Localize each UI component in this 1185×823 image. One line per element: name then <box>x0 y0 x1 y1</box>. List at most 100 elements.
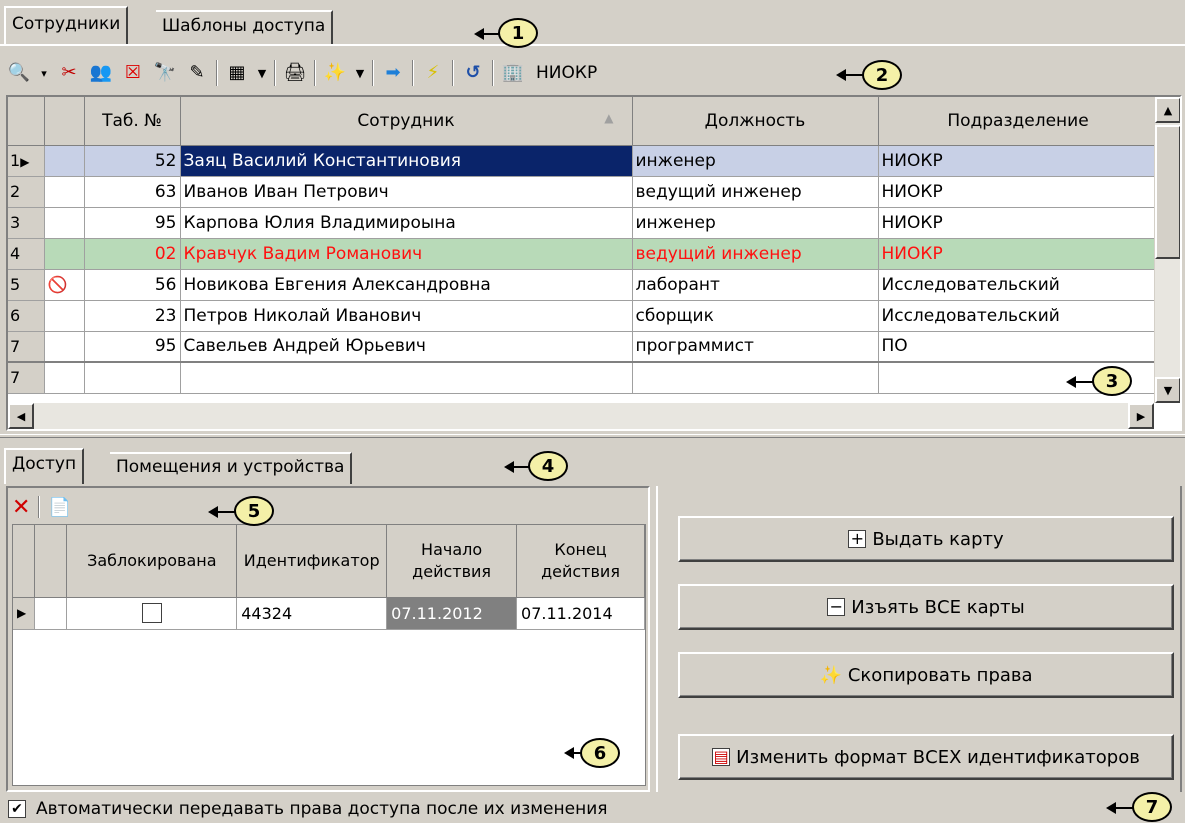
scroll-down-icon[interactable]: ▼ <box>1155 377 1180 403</box>
cell-position[interactable]: лаборант <box>632 269 879 301</box>
table-row[interactable]: 1▶ 52 Заяц Василий Константиновия инжене… <box>8 145 1159 177</box>
row-blank <box>34 597 68 630</box>
cell-department[interactable]: НИОКР <box>878 145 1159 177</box>
cell-employee[interactable]: Петров Николай Иванович <box>180 300 633 332</box>
cell-employee[interactable]: Иванов Иван Петрович <box>180 176 633 208</box>
change-format-icon[interactable]: 📄 <box>48 497 70 518</box>
find-icon[interactable]: 🔭 <box>152 60 178 86</box>
cell-employee[interactable]: Кравчук Вадим Романович <box>180 238 633 270</box>
wizard-icon[interactable]: ✨ <box>322 60 348 86</box>
dropdown-arrow-icon[interactable]: ▼ <box>354 67 366 80</box>
header-blocked[interactable]: Заблокирована <box>66 525 238 598</box>
auto-transfer-checkbox[interactable]: ✔ <box>8 800 26 818</box>
issue-card-button[interactable]: + Выдать карту <box>678 516 1174 562</box>
cell-employee[interactable]: Савельев Андрей Юрьевич <box>180 331 633 363</box>
change-format-button[interactable]: ▤ Изменить формат ВСЕХ идентификаторов <box>678 734 1174 780</box>
view-columns-icon[interactable]: ▦ <box>224 60 250 86</box>
cell-department[interactable]: НИОКР <box>878 238 1159 270</box>
table-row[interactable]: 3 95 Карпова Юлия Владимироына инженер Н… <box>8 207 1159 239</box>
cut-user-icon[interactable]: ✂ <box>56 60 82 86</box>
cell-employee[interactable]: Карпова Юлия Владимироына <box>180 207 633 239</box>
header-end[interactable]: Конец действия <box>516 525 645 598</box>
table-row[interactable]: 5 🚫 56 Новикова Евгения Александровна ла… <box>8 269 1159 301</box>
department-label: НИОКР <box>536 63 598 83</box>
cell-position[interactable]: сборщик <box>632 300 879 332</box>
scroll-thumb[interactable] <box>1155 125 1180 259</box>
scroll-left-icon[interactable]: ◀ <box>8 403 34 429</box>
cell-position[interactable]: инженер <box>632 207 879 239</box>
delete-icon[interactable]: ✕ <box>12 495 30 520</box>
cell-employee[interactable]: Заяц Василий Константиновия <box>180 145 633 177</box>
edit-icon[interactable]: ✎ <box>184 60 210 86</box>
card-row[interactable]: ▶ 44324 07.11.2012 07.11.2014 <box>13 597 645 630</box>
header-employee[interactable]: Сотрудник ▲ <box>180 97 633 146</box>
cards-header-row: Заблокирована Идентификатор Начало действ… <box>13 525 645 598</box>
cell-position[interactable]: программист <box>632 331 879 363</box>
header-start[interactable]: Начало действия <box>386 525 518 598</box>
users-icon[interactable]: 👥 <box>88 60 114 86</box>
delete-user-icon[interactable]: ☒ <box>120 60 146 86</box>
vertical-scrollbar[interactable]: ▲ ▼ <box>1154 97 1180 403</box>
cell-blocked[interactable] <box>66 597 238 630</box>
tab-divider <box>0 44 1185 46</box>
cell-position[interactable] <box>632 361 879 394</box>
cell-start-date[interactable]: 07.11.2012 <box>386 597 518 630</box>
cell-department[interactable]: Исследовательский <box>878 269 1159 301</box>
cell-tab-number[interactable] <box>84 361 181 394</box>
callout-arrow <box>836 69 864 81</box>
horizontal-scrollbar[interactable]: ◀ ▶ <box>8 403 1154 429</box>
cell-employee[interactable] <box>180 361 633 394</box>
dropdown-arrow-icon[interactable]: ▾ <box>38 67 50 80</box>
table-row[interactable]: 7 95 Савельев Андрей Юрьевич программист… <box>8 331 1159 363</box>
tab-employees[interactable]: Сотрудники <box>4 6 129 44</box>
cell-position[interactable]: ведущий инженер <box>632 176 879 208</box>
scroll-up-icon[interactable]: ▲ <box>1155 97 1180 123</box>
cell-tab-number[interactable]: 95 <box>84 331 181 363</box>
header-department[interactable]: Подразделение <box>878 97 1159 146</box>
header-rownum <box>8 97 45 146</box>
cell-tab-number[interactable]: 02 <box>84 238 181 270</box>
refresh-icon[interactable]: ↺ <box>460 60 486 86</box>
cell-tab-number[interactable]: 52 <box>84 145 181 177</box>
cell-end-date[interactable]: 07.11.2014 <box>516 597 645 630</box>
cell-tab-number[interactable]: 63 <box>84 176 181 208</box>
cell-identifier[interactable]: 44324 <box>236 597 388 630</box>
cell-department[interactable]: НИОКР <box>878 176 1159 208</box>
table-row[interactable]: 2 63 Иванов Иван Петрович ведущий инжене… <box>8 176 1159 208</box>
cell-employee[interactable]: Новикова Евгения Александровна <box>180 269 633 301</box>
print-icon[interactable]: 🖨 <box>282 60 308 86</box>
header-position[interactable]: Должность <box>632 97 879 146</box>
auto-transfer-option[interactable]: ✔ Автоматически передавать права доступа… <box>8 796 607 822</box>
blocked-checkbox[interactable] <box>141 603 162 624</box>
toolbar-separator <box>38 496 41 518</box>
tab-rooms-devices[interactable]: Помещения и устройства <box>110 452 353 484</box>
dropdown-arrow-icon[interactable]: ▼ <box>256 67 268 80</box>
cell-department[interactable]: Исследовательский <box>878 300 1159 332</box>
tab-access-templates[interactable]: Шаблоны доступа <box>156 10 334 44</box>
header-identifier[interactable]: Идентификатор <box>236 525 388 598</box>
minus-icon: − <box>827 598 846 616</box>
copy-rights-button[interactable]: ✨ Скопировать права <box>678 652 1174 698</box>
card-actions-panel: + Выдать карту − Изъять ВСЕ карты ✨ Скоп… <box>656 486 1182 792</box>
cell-position[interactable]: ведущий инженер <box>632 238 879 270</box>
withdraw-all-cards-button[interactable]: − Изъять ВСЕ карты <box>678 584 1174 630</box>
department-icon[interactable]: 🏢 <box>500 60 526 86</box>
splitter[interactable] <box>0 434 1185 438</box>
scroll-right-icon[interactable]: ▶ <box>1128 403 1154 429</box>
cards-table: Заблокирована Идентификатор Начало действ… <box>13 525 645 630</box>
cell-department[interactable]: ПО <box>878 331 1159 363</box>
new-row[interactable]: 7 <box>8 361 1159 394</box>
cell-position[interactable]: инженер <box>632 145 879 177</box>
cell-department[interactable]: НИОКР <box>878 207 1159 239</box>
tab-access[interactable]: Доступ <box>4 448 85 484</box>
row-number: 5 <box>8 269 45 301</box>
header-tab-number[interactable]: Таб. № <box>84 97 181 146</box>
cell-tab-number[interactable]: 56 <box>84 269 181 301</box>
lightning-icon[interactable]: ⚡ <box>420 60 446 86</box>
filter-icon[interactable]: 🔍 <box>6 60 32 86</box>
table-row[interactable]: 6 23 Петров Николай Иванович сборщик Исс… <box>8 300 1159 332</box>
cell-tab-number[interactable]: 23 <box>84 300 181 332</box>
table-row[interactable]: 4 02 Кравчук Вадим Романович ведущий инж… <box>8 238 1159 270</box>
cell-tab-number[interactable]: 95 <box>84 207 181 239</box>
transfer-arrow-icon[interactable]: ➡ <box>380 60 406 86</box>
